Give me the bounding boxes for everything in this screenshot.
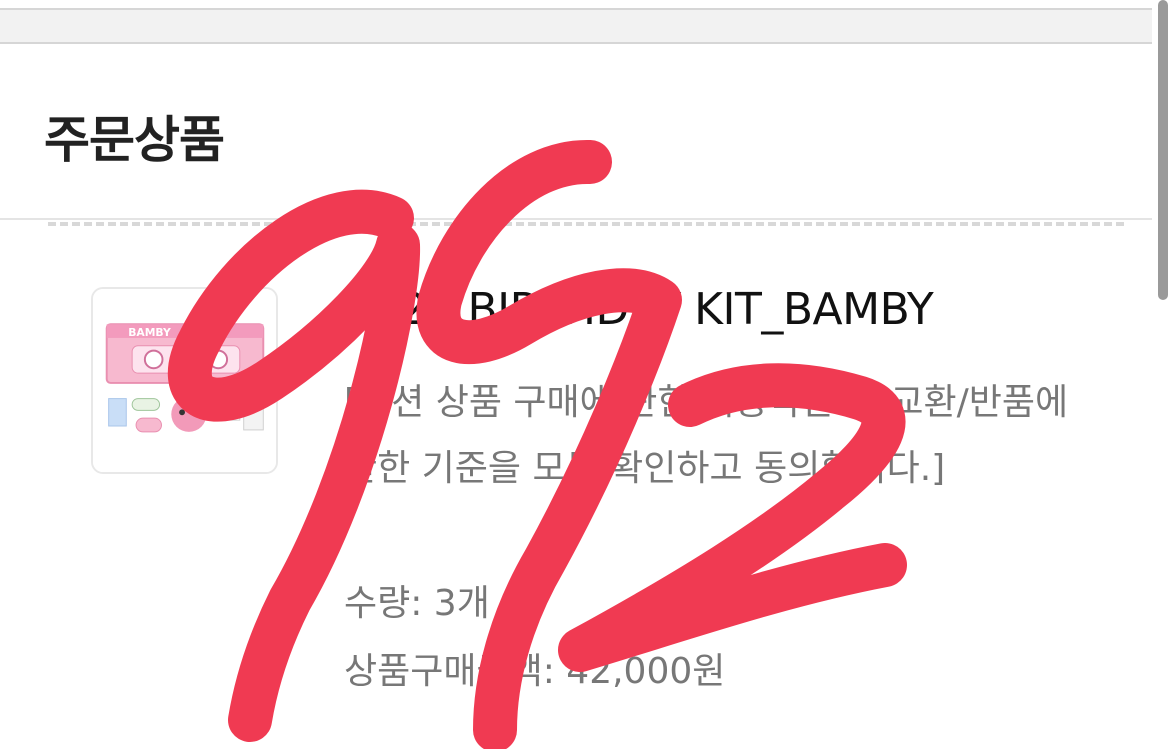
scrollbar-track[interactable] bbox=[1156, 0, 1170, 749]
thumbnail-logo-text: BAMBY bbox=[128, 326, 171, 339]
product-image: BAMBY bbox=[93, 289, 276, 472]
section-title: 주문상품 bbox=[44, 111, 225, 169]
product-quantity: 수량: 3개 bbox=[344, 583, 490, 624]
product-option-text: [옵션 상품 구매에 관한 이용약관 및 교환/반품에 관한 기준을 모두 확인… bbox=[344, 382, 1069, 489]
product-price: 상품구매금액: 42,000원 bbox=[344, 651, 726, 692]
dashed-divider bbox=[48, 222, 1124, 226]
scrollbar-thumb[interactable] bbox=[1158, 0, 1168, 300]
product-name[interactable]: 2025 BIRTHDAY KIT_BAMBY bbox=[344, 284, 934, 335]
product-thumbnail[interactable]: BAMBY bbox=[91, 287, 278, 474]
top-band bbox=[0, 8, 1152, 44]
section-divider bbox=[0, 218, 1152, 220]
